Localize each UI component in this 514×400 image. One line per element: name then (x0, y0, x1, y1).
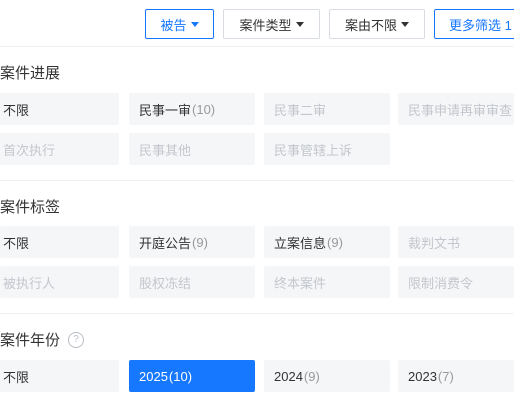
tag-label: 民事其他 (139, 142, 192, 158)
tag-label: 不限 (3, 102, 30, 118)
year-option-2024[interactable]: 2024 (9) (264, 360, 390, 392)
tag-label: 股权冻结 (139, 275, 192, 291)
tag-label: 裁判文书 (408, 235, 461, 251)
defendant-filter-button[interactable]: 被告 (145, 9, 214, 39)
tags-section-title: 案件标签 (0, 196, 60, 217)
caret-down-icon (295, 22, 304, 27)
tag-count: (10) (168, 368, 193, 384)
progress-option-civil-second: 民事二审 (264, 93, 390, 125)
tag-label: 2023 (408, 368, 437, 384)
tag-label: 2025 (139, 368, 168, 384)
question-help-icon[interactable]: ? (68, 331, 85, 348)
tag-option-judgment-debtor: 被执行人 (0, 266, 119, 298)
progress-option-civil-other: 民事其他 (129, 133, 255, 165)
section-divider (0, 313, 514, 314)
more-filters-button[interactable]: 更多筛选 1 (434, 9, 514, 39)
tag-label: 民事管辖上诉 (274, 142, 353, 158)
cause-filter-label: 案由不限 (344, 17, 397, 33)
progress-option-all[interactable]: 不限 (0, 93, 119, 125)
tag-label: 开庭公告 (139, 235, 192, 251)
case-type-filter-label: 案件类型 (239, 17, 292, 33)
progress-option-civil-first[interactable]: 民事一审 (10) (129, 93, 255, 125)
cause-filter-button[interactable]: 案由不限 (329, 9, 425, 39)
tag-option-terminated-case: 终本案件 (264, 266, 390, 298)
tag-label: 被执行人 (3, 275, 56, 291)
tag-option-all[interactable]: 不限 (0, 226, 119, 258)
tag-label: 限制消费令 (408, 275, 474, 291)
tag-option-consumption-restriction: 限制消费令 (398, 266, 514, 298)
caret-down-icon (190, 22, 199, 27)
progress-title-text: 案件进展 (0, 65, 61, 82)
tag-count: (9) (192, 234, 208, 250)
tag-count: (9) (303, 368, 320, 384)
tag-label: 终本案件 (274, 275, 327, 291)
progress-option-first-execution: 首次执行 (0, 133, 119, 165)
filter-bar: 被告 案件类型 案由不限 更多筛选 1 (0, 0, 514, 47)
tag-label: 2024 (274, 368, 303, 384)
progress-section-title: 案件进展 (0, 62, 60, 83)
tag-label: 不限 (3, 235, 30, 251)
tag-label: 民事申请再审审查 (408, 102, 513, 118)
tag-option-equity-freeze: 股权冻结 (129, 266, 255, 298)
tags-title-text: 案件标签 (0, 199, 61, 216)
tag-count: (7) (437, 368, 454, 384)
tag-label: 立案信息 (274, 235, 327, 251)
tag-label: 民事二审 (274, 102, 327, 118)
defendant-filter-label: 被告 (160, 17, 187, 33)
tag-option-judgment-doc: 裁判文书 (398, 226, 514, 258)
progress-option-civil-retrial-review: 民事申请再审审查 (398, 93, 514, 125)
tag-label: 不限 (3, 369, 30, 385)
year-option-2025[interactable]: 2025 (10) (129, 360, 255, 392)
case-type-filter-button[interactable]: 案件类型 (223, 9, 320, 39)
year-section-title: 案件年份 ? (0, 329, 85, 350)
year-option-2023[interactable]: 2023 (7) (398, 360, 514, 392)
caret-down-icon (401, 22, 409, 27)
tag-count: (10) (192, 101, 216, 117)
more-filters-label: 更多筛选 1 (449, 17, 512, 33)
year-title-text: 案件年份 (0, 332, 61, 349)
tag-option-filing-info[interactable]: 立案信息 (9) (264, 226, 390, 258)
year-option-all[interactable]: 不限 (0, 360, 119, 392)
tag-label: 首次执行 (3, 142, 56, 158)
tag-option-hearing-notice[interactable]: 开庭公告 (9) (129, 226, 255, 258)
tag-label: 民事一审 (139, 102, 192, 118)
section-divider (0, 180, 514, 181)
progress-option-civil-jurisdiction-appeal: 民事管辖上诉 (264, 133, 390, 165)
tag-count: (9) (327, 234, 343, 250)
